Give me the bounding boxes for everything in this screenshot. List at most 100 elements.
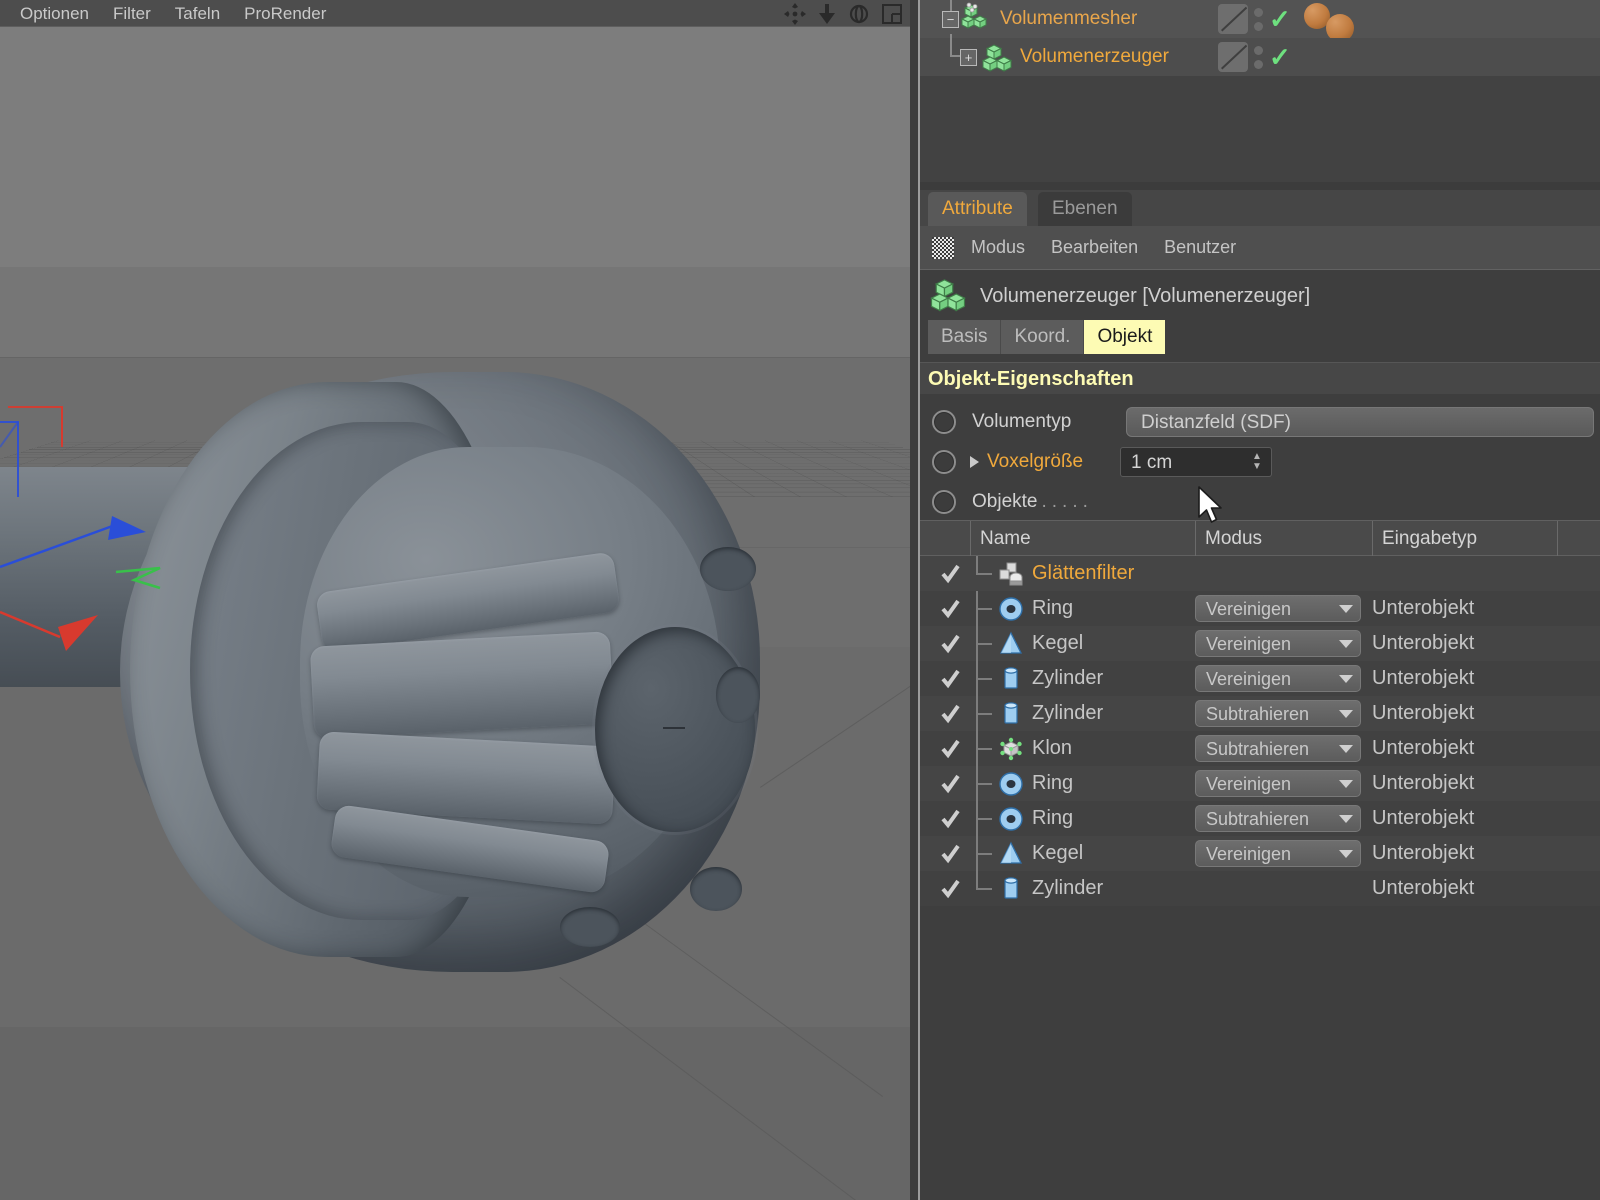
column-header-checkbox[interactable] xyxy=(920,521,970,557)
mode-value: Subtrahieren xyxy=(1206,704,1309,724)
row-enable-checkbox[interactable] xyxy=(940,774,960,794)
voxelgroesse-input[interactable]: 1 cm ▲▼ xyxy=(1120,447,1272,477)
table-row[interactable]: Klon Subtrahieren Unterobjekt xyxy=(920,731,1600,766)
tab-ebenen[interactable]: Ebenen xyxy=(1038,192,1132,226)
move-camera-icon[interactable] xyxy=(784,3,806,25)
viewport-canvas[interactable] xyxy=(0,27,910,1200)
row-enable-checkbox[interactable] xyxy=(940,599,960,619)
collapse-expander-icon[interactable]: − xyxy=(942,11,959,28)
chevron-down-icon[interactable] xyxy=(1339,780,1353,788)
object-manager-row[interactable]: + Volumenerzeuger ✓ xyxy=(920,38,1600,76)
volumentyp-dropdown[interactable]: Distanzfeld (SDF) xyxy=(1126,407,1594,437)
column-header-name[interactable]: Name xyxy=(970,521,1195,557)
cone-icon xyxy=(998,841,1024,867)
subtab-objekt[interactable]: Objekt xyxy=(1084,320,1165,354)
column-header-eingabetyp[interactable]: Eingabetyp xyxy=(1372,521,1557,557)
table-row-name[interactable]: Ring xyxy=(1032,801,1073,836)
column-header-modus[interactable]: Modus xyxy=(1195,521,1372,557)
rotate-camera-icon[interactable] xyxy=(848,3,870,25)
table-row-name[interactable]: Kegel xyxy=(1032,836,1083,871)
enabled-check-icon[interactable]: ✓ xyxy=(1269,44,1291,70)
material-tag-area[interactable] xyxy=(1296,0,1600,38)
row-enable-checkbox[interactable] xyxy=(940,879,960,899)
table-row-mode-dropdown[interactable]: Vereinigen xyxy=(1195,770,1361,797)
attribute-menu-modus[interactable]: Modus xyxy=(958,237,1038,258)
subtab-basis[interactable]: Basis xyxy=(928,320,1001,354)
3d-object-notch xyxy=(716,667,760,723)
table-row-name[interactable]: Zylinder xyxy=(1032,871,1103,906)
row-enable-checkbox[interactable] xyxy=(940,704,960,724)
table-row-mode-dropdown[interactable]: Vereinigen xyxy=(1195,840,1361,867)
row-enable-checkbox[interactable] xyxy=(940,634,960,654)
spinner-arrows-icon[interactable]: ▲▼ xyxy=(1251,452,1263,472)
no-render-tag-icon[interactable] xyxy=(1218,42,1248,72)
viewport-menu-prorender[interactable]: ProRender xyxy=(232,0,338,27)
chevron-right-icon[interactable] xyxy=(970,456,979,468)
animation-keyframe-dot[interactable] xyxy=(932,450,956,474)
table-row[interactable]: Zylinder Unterobjekt xyxy=(920,871,1600,906)
chevron-down-icon[interactable] xyxy=(1339,745,1353,753)
viewport-menu-optionen[interactable]: Optionen xyxy=(8,0,101,27)
table-row-name[interactable]: Zylinder xyxy=(1032,661,1103,696)
object-tags[interactable]: ✓ xyxy=(1210,0,1295,38)
row-enable-checkbox[interactable] xyxy=(940,844,960,864)
chevron-down-icon[interactable] xyxy=(1339,815,1353,823)
attribute-menu-benutzer[interactable]: Benutzer xyxy=(1151,237,1249,258)
table-row[interactable]: Zylinder Subtrahieren Unterobjekt xyxy=(920,696,1600,731)
zoom-camera-icon[interactable] xyxy=(818,3,836,25)
subtab-koord[interactable]: Koord. xyxy=(1001,320,1084,354)
table-row-name[interactable]: Ring xyxy=(1032,766,1073,801)
expand-expander-icon[interactable]: + xyxy=(960,49,977,66)
table-row-mode-dropdown[interactable]: Subtrahieren xyxy=(1195,805,1361,832)
object-manager-empty-area[interactable] xyxy=(920,76,1600,182)
tab-attribute[interactable]: Attribute xyxy=(928,192,1027,226)
viewport-menu-tafeln[interactable]: Tafeln xyxy=(163,0,232,27)
table-row[interactable]: Zylinder Vereinigen Unterobjekt xyxy=(920,661,1600,696)
table-row-name[interactable]: Ring xyxy=(1032,591,1073,626)
no-render-tag-icon[interactable] xyxy=(1218,4,1248,34)
visibility-dots[interactable] xyxy=(1254,46,1263,69)
table-row[interactable]: Kegel Vereinigen Unterobjekt xyxy=(920,626,1600,661)
table-row-name[interactable]: Klon xyxy=(1032,731,1072,766)
table-row-mode-dropdown[interactable]: Subtrahieren xyxy=(1195,735,1361,762)
table-row-name[interactable]: Glättenfilter xyxy=(1032,556,1134,591)
object-manager-item-label[interactable]: Volumenerzeuger xyxy=(1020,46,1169,68)
visibility-dots[interactable] xyxy=(1254,8,1263,31)
animation-keyframe-dot[interactable] xyxy=(932,490,956,514)
row-enable-checkbox[interactable] xyxy=(940,564,960,584)
chevron-down-icon[interactable] xyxy=(1339,605,1353,613)
cone-icon xyxy=(998,631,1024,657)
chevron-down-icon[interactable] xyxy=(1339,710,1353,718)
view-layout-icon[interactable] xyxy=(882,3,902,25)
viewport-pane[interactable]: Optionen Filter Tafeln ProRender xyxy=(0,0,910,1200)
viewport-menu-filter[interactable]: Filter xyxy=(101,0,163,27)
object-manager-item-label[interactable]: Volumenmesher xyxy=(1000,8,1137,30)
enabled-check-icon[interactable]: ✓ xyxy=(1269,6,1291,32)
table-row[interactable]: Ring Vereinigen Unterobjekt xyxy=(920,591,1600,626)
table-row-mode-dropdown[interactable]: Vereinigen xyxy=(1195,665,1361,692)
row-enable-checkbox[interactable] xyxy=(940,809,960,829)
table-row-mode-dropdown[interactable]: Vereinigen xyxy=(1195,595,1361,622)
animation-keyframe-dot[interactable] xyxy=(932,410,956,434)
row-enable-checkbox[interactable] xyxy=(940,669,960,689)
chevron-down-icon[interactable] xyxy=(1339,640,1353,648)
object-manager[interactable]: − Volumenmesher xyxy=(920,0,1600,182)
row-enable-checkbox[interactable] xyxy=(940,739,960,759)
table-row[interactable]: Kegel Vereinigen Unterobjekt xyxy=(920,836,1600,871)
attribute-tab-bar: Attribute Ebenen xyxy=(920,190,1600,226)
attribute-menu-bearbeiten[interactable]: Bearbeiten xyxy=(1038,237,1151,258)
object-tags[interactable]: ✓ xyxy=(1210,38,1295,76)
object-manager-row[interactable]: − Volumenmesher xyxy=(920,0,1600,38)
table-row[interactable]: Ring Subtrahieren Unterobjekt xyxy=(920,801,1600,836)
chevron-down-icon[interactable] xyxy=(1339,675,1353,683)
table-row-mode-dropdown[interactable]: Vereinigen xyxy=(1195,630,1361,657)
table-row[interactable]: Glättenfilter xyxy=(920,556,1600,591)
volume-builder-icon xyxy=(980,40,1014,74)
drag-handle-icon[interactable] xyxy=(932,237,954,259)
table-row[interactable]: Ring Vereinigen Unterobjekt xyxy=(920,766,1600,801)
table-row-mode-dropdown[interactable]: Subtrahieren xyxy=(1195,700,1361,727)
chevron-down-icon[interactable] xyxy=(1339,850,1353,858)
column-header-extra[interactable] xyxy=(1557,521,1600,557)
table-row-name[interactable]: Kegel xyxy=(1032,626,1083,661)
table-row-name[interactable]: Zylinder xyxy=(1032,696,1103,731)
